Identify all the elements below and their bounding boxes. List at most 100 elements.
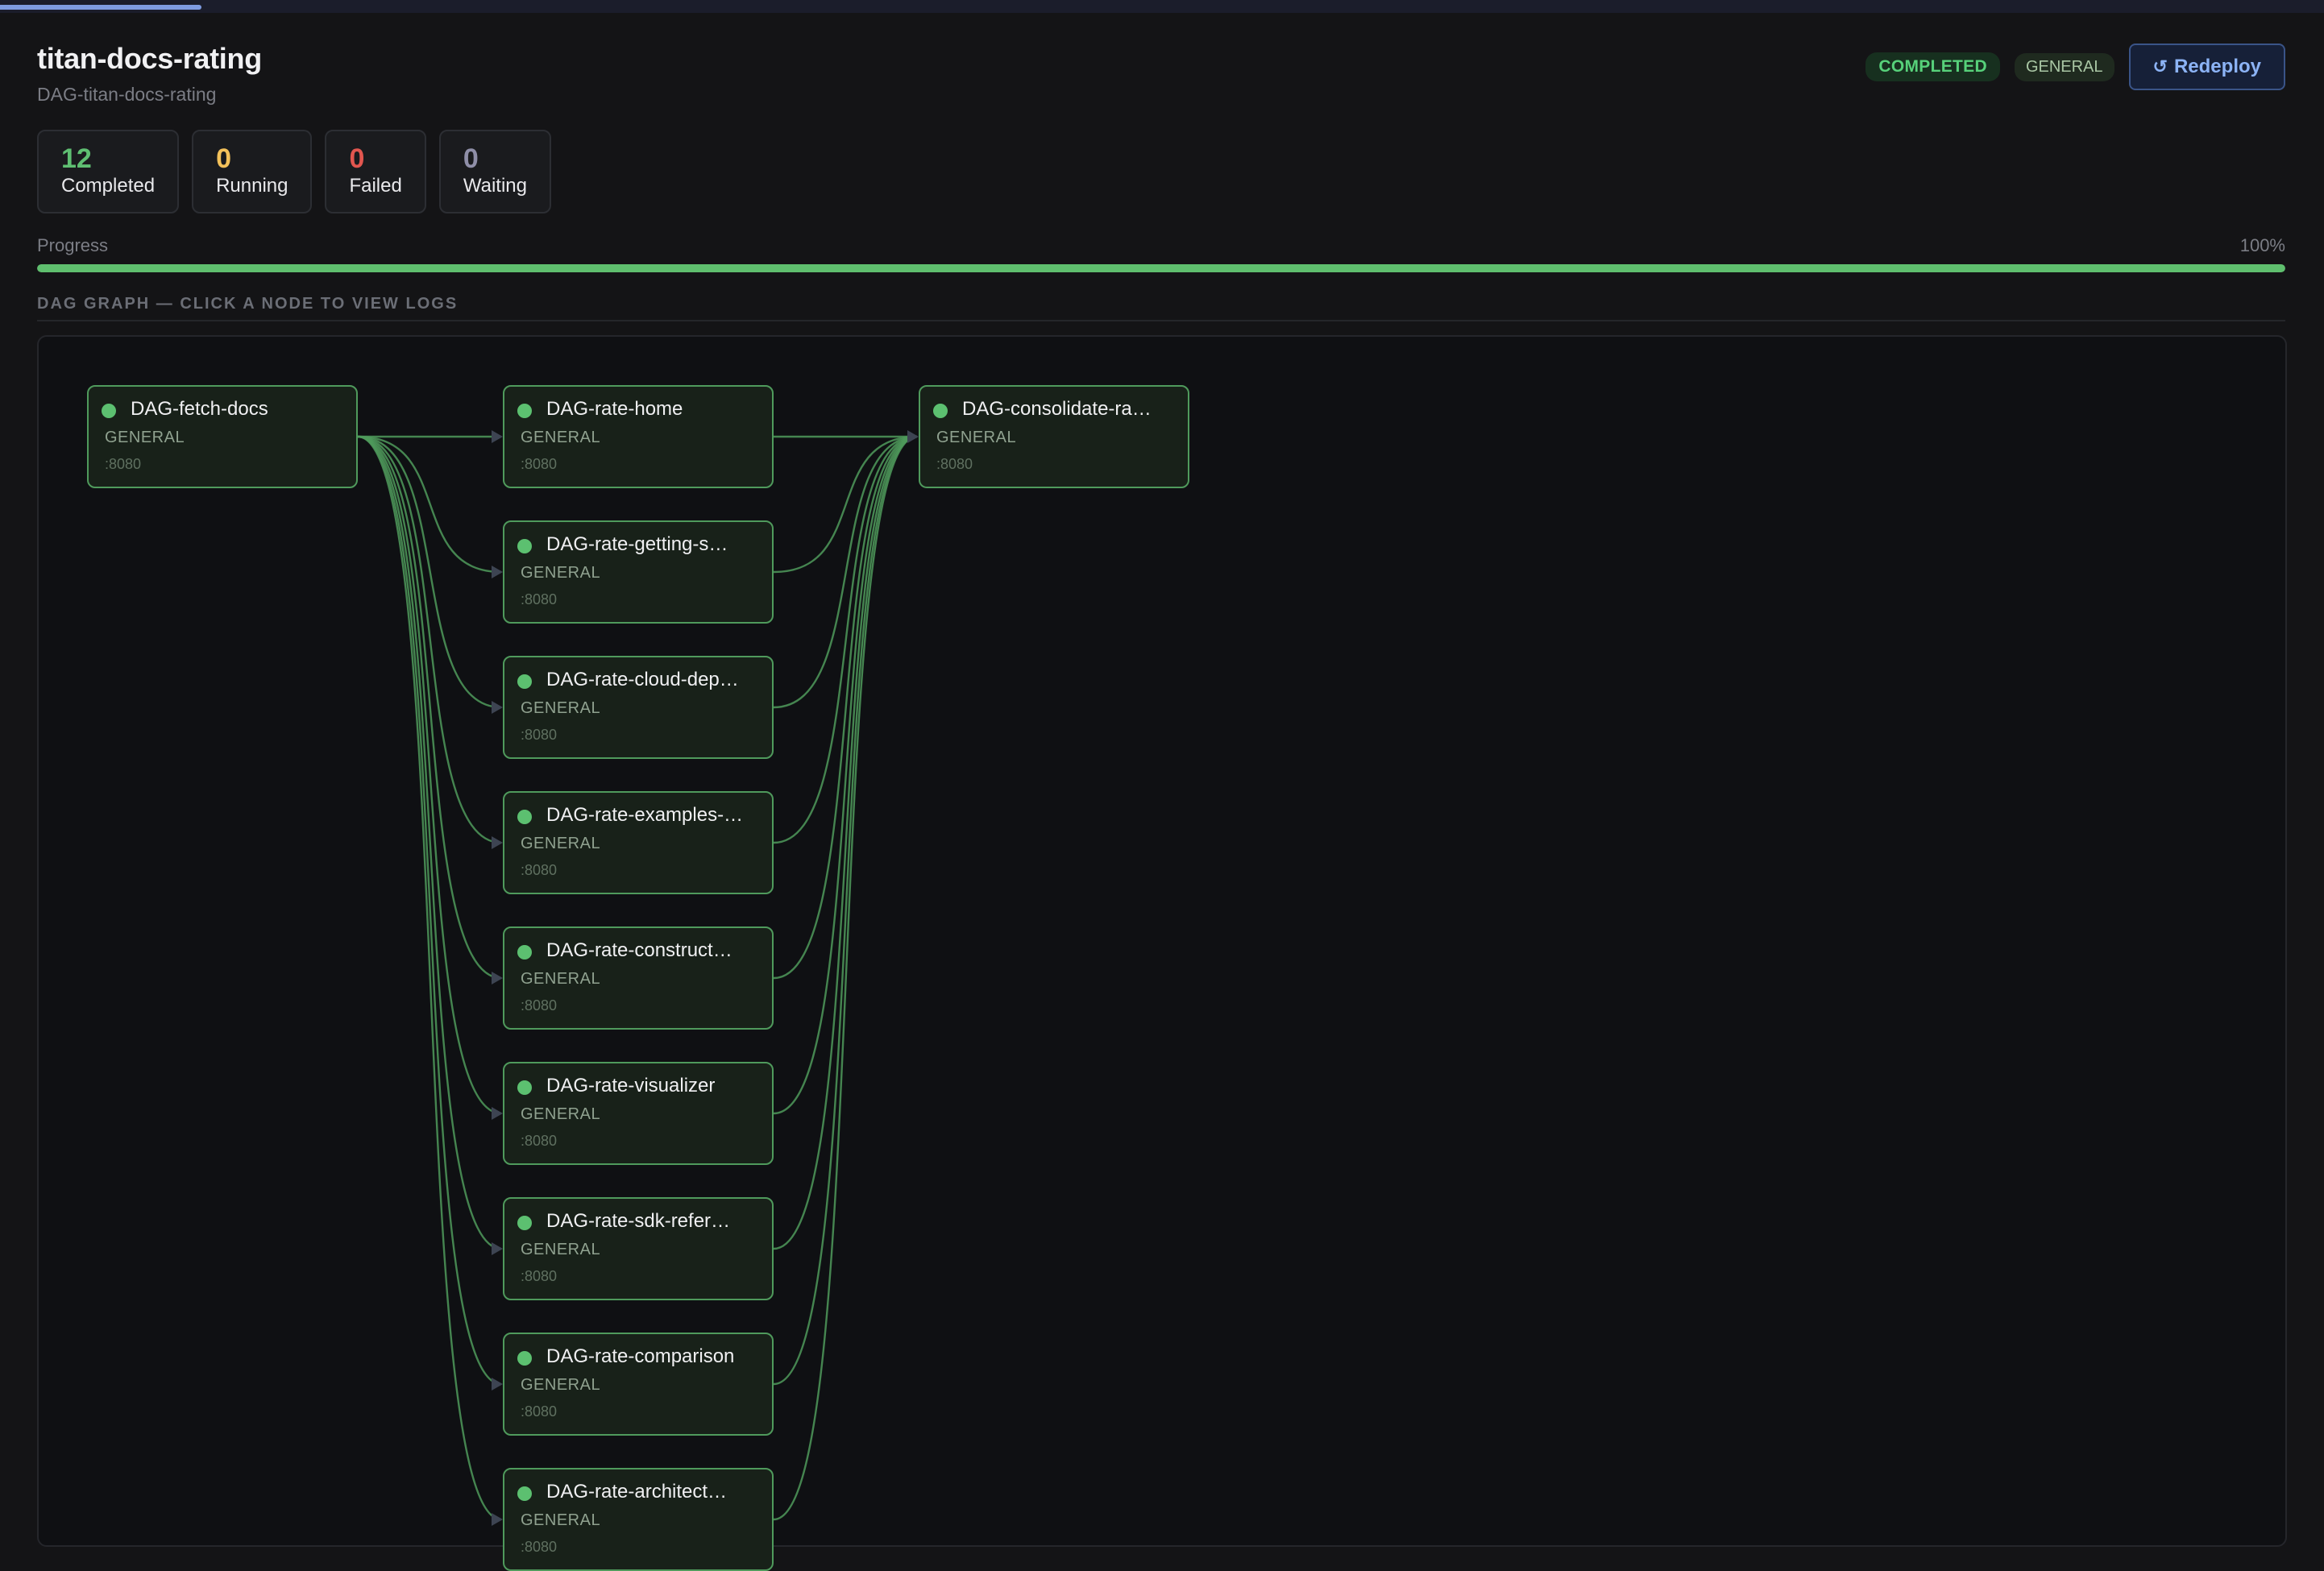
edge-fetch-to-dag-rate-comparison	[357, 435, 502, 1386]
dag-node-dag-rate-construct[interactable]: DAG-rate-construct… GENERAL :8080	[503, 926, 774, 1030]
node-port: :8080	[521, 1133, 558, 1149]
stat-failed-label: Failed	[349, 175, 402, 197]
node-kind: GENERAL	[521, 970, 601, 988]
node-name: DAG-fetch-docs	[131, 398, 268, 420]
edge-arrow-icon	[492, 1513, 503, 1526]
node-name: DAG-rate-construct…	[546, 939, 732, 961]
status-dot-icon	[517, 1486, 532, 1501]
node-port: :8080	[521, 862, 558, 878]
redeploy-button[interactable]: ↺ Redeploy	[2128, 44, 2285, 90]
status-badge: COMPLETED	[1865, 52, 2000, 81]
node-name: DAG-consolidate-ra…	[962, 398, 1152, 420]
stat-waiting: 0 Waiting	[438, 130, 551, 213]
dag-node-dag-consolidate-ra[interactable]: DAG-consolidate-ra… GENERAL :8080	[919, 385, 1189, 488]
edge-arrow-icon	[492, 1242, 503, 1255]
edge-dag-rate-cloud-dep-to-consolidate	[773, 435, 918, 709]
stat-waiting-value: 0	[463, 143, 479, 174]
stat-completed: 12 Completed	[37, 130, 180, 213]
progress-bar	[37, 264, 2285, 272]
dag-node-dag-rate-architect[interactable]: DAG-rate-architect… GENERAL :8080	[503, 1468, 774, 1571]
node-port: :8080	[521, 997, 558, 1013]
stat-waiting-label: Waiting	[463, 175, 527, 197]
stat-completed-value: 12	[61, 143, 92, 174]
edge-dag-rate-construct-to-consolidate	[773, 435, 918, 980]
node-kind: GENERAL	[105, 429, 185, 446]
node-name: DAG-rate-comparison	[546, 1345, 735, 1367]
page-title: titan-docs-rating	[37, 42, 262, 75]
status-dot-icon	[517, 1216, 532, 1230]
dag-node-dag-rate-visualizer[interactable]: DAG-rate-visualizer GENERAL :8080	[503, 1062, 774, 1165]
node-name: DAG-rate-visualizer	[546, 1075, 716, 1096]
stat-running-value: 0	[216, 143, 231, 174]
node-kind: GENERAL	[521, 1241, 601, 1258]
edge-arrow-icon	[492, 1107, 503, 1120]
stat-failed-value: 0	[349, 143, 365, 174]
stat-completed-label: Completed	[61, 175, 156, 197]
progress-label: Progress	[37, 235, 109, 255]
dag-node-dag-rate-cloud-dep[interactable]: DAG-rate-cloud-dep… GENERAL :8080	[503, 656, 774, 759]
edge-fetch-to-dag-rate-cloud-dep	[357, 435, 502, 709]
node-kind: GENERAL	[936, 429, 1017, 446]
node-kind: GENERAL	[521, 564, 601, 582]
dag-node-dag-rate-home[interactable]: DAG-rate-home GENERAL :8080	[503, 385, 774, 488]
section-title: DAG GRAPH — CLICK A NODE TO VIEW LOGS	[37, 295, 459, 313]
edge-fetch-to-dag-rate-examples	[357, 435, 502, 844]
node-port: :8080	[521, 456, 558, 472]
dag-node-dag-rate-getting-s[interactable]: DAG-rate-getting-s… GENERAL :8080	[503, 520, 774, 624]
node-kind: GENERAL	[521, 1511, 601, 1529]
dag-edges	[357, 430, 919, 1526]
node-port: :8080	[521, 1539, 558, 1555]
type-badge: GENERAL	[2014, 52, 2114, 81]
edge-fetch-to-dag-rate-architect	[357, 435, 502, 1521]
status-dot-icon	[517, 1351, 532, 1366]
node-name: DAG-rate-examples-…	[546, 804, 744, 826]
edge-dag-rate-sdk-refer-to-consolidate	[773, 435, 918, 1250]
node-kind: GENERAL	[521, 1105, 601, 1123]
status-dot-icon	[517, 1080, 532, 1095]
dag-node-dag-rate-examples[interactable]: DAG-rate-examples-… GENERAL:8080	[503, 791, 774, 894]
dag-node-dag-rate-sdk-refer[interactable]: DAG-rate-sdk-refer… GENERAL :8080	[503, 1197, 774, 1300]
node-name: DAG-rate-sdk-refer…	[546, 1210, 731, 1232]
node-name: DAG-rate-getting-s…	[546, 533, 728, 555]
edge-arrow-icon	[492, 566, 503, 578]
stat-running: 0 Running	[192, 130, 313, 213]
dag-node-dag-rate-comparison[interactable]: DAG-rate-comparison GENERAL :8080	[503, 1333, 774, 1436]
edge-fetch-to-dag-rate-sdk-refer	[357, 435, 502, 1250]
dag-graph[interactable]: DAG-fetch-docs GENERAL :8080 DAG-rate-home G…	[37, 335, 2287, 1571]
progress-bar-fill	[37, 264, 2285, 272]
refresh-icon: ↺	[2152, 56, 2168, 77]
node-name: DAG-rate-architect…	[546, 1481, 728, 1503]
header-actions: COMPLETED GENERAL ↺ Redeploy	[1865, 44, 2285, 90]
page-subtitle: DAG-titan-docs-rating	[37, 84, 217, 105]
stats-row: 12 Completed 0 Running 0 Failed 0 Waitin…	[37, 130, 551, 213]
dag-node-dag-fetch-docs[interactable]: DAG-fetch-docs GENERAL :8080	[87, 385, 358, 488]
edge-arrow-icon	[492, 836, 503, 849]
status-dot-icon	[517, 404, 532, 418]
edge-fetch-to-dag-rate-visualizer	[357, 435, 502, 1115]
edge-arrow-icon	[492, 430, 503, 443]
node-port: :8080	[521, 1403, 558, 1420]
node-kind: GENERAL	[521, 429, 601, 446]
status-dot-icon	[517, 539, 532, 553]
node-kind: GENERAL	[521, 1376, 601, 1394]
node-port: :8080	[936, 456, 973, 472]
status-dot-icon	[517, 810, 532, 824]
edge-arrow-icon	[492, 1378, 503, 1391]
node-port: :8080	[105, 456, 142, 472]
node-port: :8080	[521, 1268, 558, 1284]
stat-failed: 0 Failed	[325, 130, 426, 213]
node-port: :8080	[521, 591, 558, 607]
node-port: :8080	[521, 727, 558, 743]
section-divider	[37, 320, 2285, 321]
node-kind: GENERAL	[521, 699, 601, 717]
node-name: DAG-rate-home	[546, 398, 683, 420]
status-dot-icon	[933, 404, 948, 418]
status-dot-icon	[517, 945, 532, 960]
top-tab-bar	[0, 0, 2324, 13]
edge-dag-rate-architect-to-consolidate	[773, 435, 918, 1521]
progress-percent: 100%	[2239, 235, 2285, 255]
active-tab-indicator[interactable]	[0, 5, 201, 10]
edge-arrow-icon	[492, 701, 503, 714]
node-name: DAG-rate-cloud-dep…	[546, 669, 739, 690]
status-dot-icon	[102, 404, 116, 418]
